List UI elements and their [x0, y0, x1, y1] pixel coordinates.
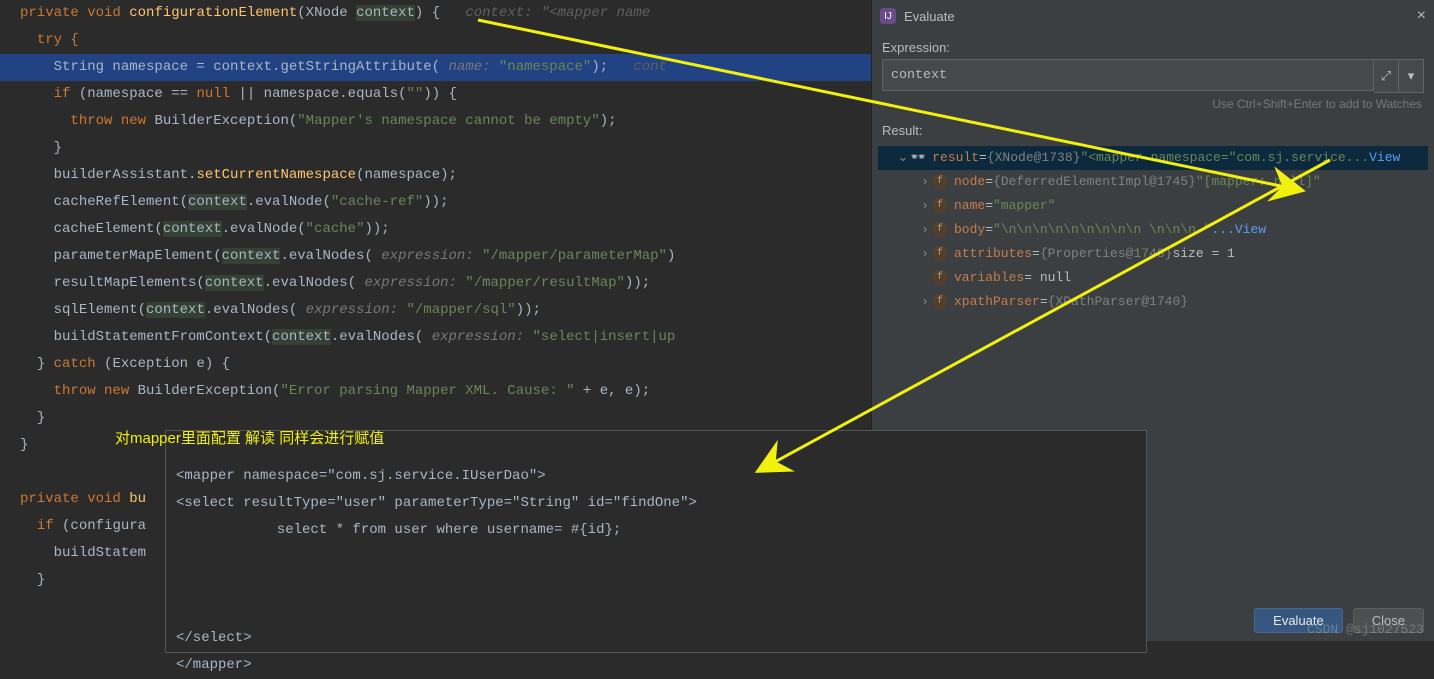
expand-icon[interactable]: ⤢	[1374, 59, 1399, 93]
tree-node[interactable]: fvariables = null	[878, 266, 1428, 290]
tree-node[interactable]: ›fnode = {DeferredElementImpl@1745} "[ma…	[878, 170, 1428, 194]
expression-input[interactable]	[882, 59, 1374, 91]
field-icon: f	[932, 294, 948, 310]
field-icon: f	[932, 198, 948, 214]
chevron-right-icon[interactable]: ›	[918, 218, 932, 242]
view-link[interactable]: View	[1369, 146, 1400, 170]
tree-node[interactable]: ›fname = "mapper"	[878, 194, 1428, 218]
app-icon: IJ	[880, 8, 896, 24]
param-context: context	[356, 5, 415, 21]
watermark: CSDN @sj1027523	[1307, 622, 1424, 637]
result-label: Result:	[872, 115, 1434, 142]
expression-label: Expression:	[872, 32, 1434, 59]
view-link[interactable]: ...View	[1211, 218, 1266, 242]
chevron-right-icon[interactable]: ›	[918, 170, 932, 194]
chevron-right-icon[interactable]: ›	[918, 242, 932, 266]
field-icon: f	[932, 246, 948, 262]
result-tree[interactable]: ⌄ 👓 result = {XNode@1738} "<mapper names…	[872, 142, 1434, 318]
history-dropdown-icon[interactable]: ▾	[1399, 59, 1424, 93]
xml-tooltip: <mapper namespace="com.sj.service.IUserD…	[165, 430, 1147, 653]
tree-node[interactable]: ›fbody = "\n\n\n\n\n\n\n\n\n \n\n\n " ..…	[878, 218, 1428, 242]
tree-root[interactable]: ⌄ 👓 result = {XNode@1738} "<mapper names…	[878, 146, 1428, 170]
field-icon: f	[932, 174, 948, 190]
field-icon: f	[932, 270, 948, 286]
chevron-right-icon[interactable]: ›	[918, 194, 932, 218]
tree-node[interactable]: ›fxpathParser = {XPathParser@1740}	[878, 290, 1428, 314]
panel-title: Evaluate	[904, 9, 955, 24]
tree-node[interactable]: ›fattributes = {Properties@1748} size = …	[878, 242, 1428, 266]
glasses-icon: 👓	[910, 146, 926, 170]
chevron-right-icon[interactable]: ›	[918, 290, 932, 314]
annotation-text: 对mapper里面配置 解读 同样会进行赋值	[115, 427, 384, 448]
chevron-down-icon[interactable]: ⌄	[896, 146, 910, 170]
field-icon: f	[932, 222, 948, 238]
shortcut-hint: Use Ctrl+Shift+Enter to add to Watches	[872, 93, 1434, 115]
close-icon[interactable]: ×	[1417, 7, 1426, 25]
